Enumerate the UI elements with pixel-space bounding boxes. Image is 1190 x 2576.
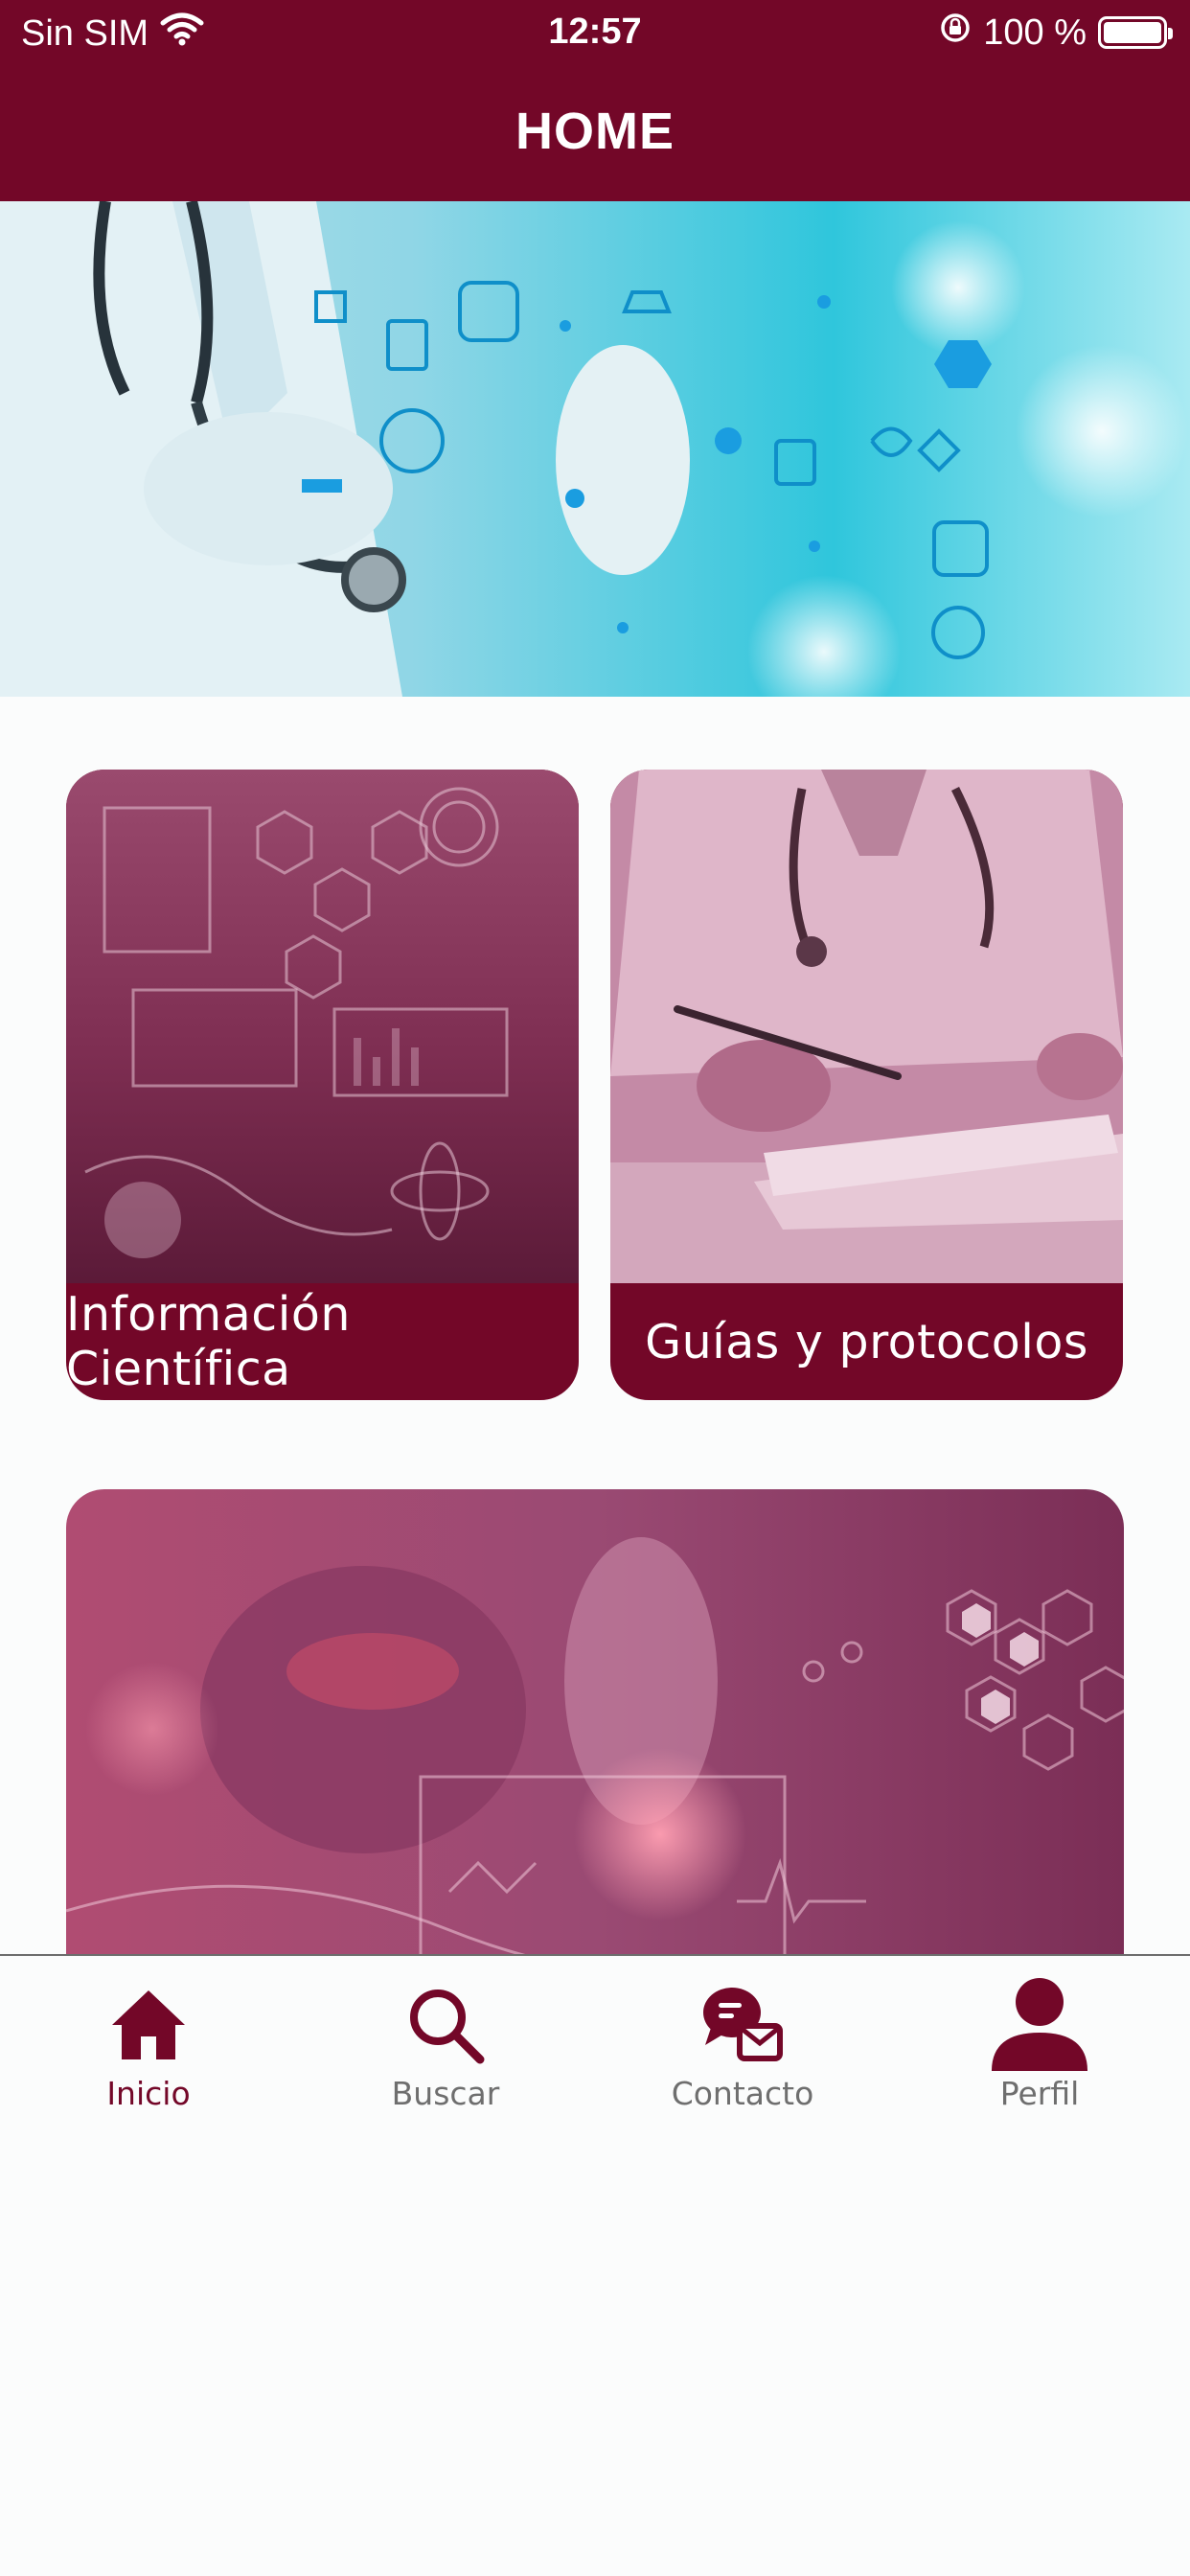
- battery-percent: 100 %: [983, 12, 1087, 53]
- app-header: Sin SIM 12:57 100 % HOME: [0, 0, 1190, 201]
- doctor-writing-image: [610, 770, 1123, 1283]
- science-tech-image: [66, 770, 579, 1283]
- tab-buscar[interactable]: Buscar: [297, 1956, 594, 2128]
- home-screen: Sin SIM 12:57 100 % HOME Información Cie…: [0, 0, 1190, 2576]
- user-icon: [891, 1967, 1188, 2082]
- medical-technology-banner: [0, 201, 1190, 697]
- rotation-lock-icon: [939, 12, 972, 54]
- home-icon: [0, 1967, 297, 2082]
- hero-banner: [0, 201, 1190, 697]
- status-bar: Sin SIM 12:57 100 %: [0, 0, 1190, 67]
- card-label: Información Científica: [66, 1287, 351, 1396]
- card-informacion-cientifica[interactable]: Información Científica: [66, 770, 579, 1400]
- tab-label: Inicio: [106, 2075, 191, 2112]
- card-label: Guías y protocolos: [645, 1314, 1088, 1369]
- card-guias-protocolos[interactable]: Guías y protocolos: [610, 770, 1123, 1400]
- tab-label: Contacto: [671, 2075, 814, 2112]
- battery-icon: [1098, 16, 1173, 49]
- chat-mail-icon: [594, 1967, 891, 2082]
- banner-card[interactable]: [66, 1489, 1124, 2026]
- tab-perfil[interactable]: Perfil: [891, 1956, 1188, 2128]
- tab-inicio[interactable]: Inicio: [0, 1956, 297, 2128]
- tab-contacto[interactable]: Contacto: [594, 1956, 891, 2128]
- tab-label: Perfil: [999, 2075, 1080, 2112]
- tab-bar: Inicio Buscar Contacto Perfil: [0, 1954, 1190, 2576]
- tab-label: Buscar: [391, 2075, 500, 2112]
- search-icon: [297, 1967, 594, 2082]
- page-title: HOME: [515, 103, 675, 160]
- medical-tech-hand-image: [66, 1489, 1124, 2026]
- status-right: 100 %: [939, 12, 1173, 54]
